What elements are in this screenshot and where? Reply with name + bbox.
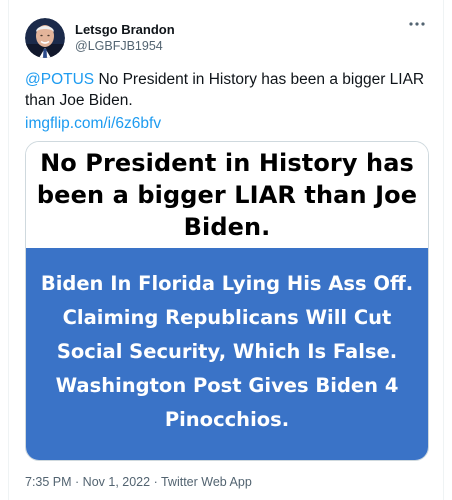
- user-handle[interactable]: @LGBFJB1954: [75, 38, 175, 54]
- meme-bottom-text: Biden In Florida Lying His Ass Off. Clai…: [40, 272, 414, 431]
- meme-top-panel: No President in History has been a bigge…: [26, 142, 428, 248]
- tweet-time[interactable]: 7:35 PM: [25, 475, 72, 489]
- more-options-icon[interactable]: [407, 16, 427, 32]
- tweet-card: Letsgo Brandon @LGBFJB1954 @POTUS No Pre…: [8, 0, 444, 500]
- user-names: Letsgo Brandon @LGBFJB1954: [75, 22, 175, 54]
- meme-bottom-panel: Biden In Florida Lying His Ass Off. Clai…: [26, 248, 428, 460]
- tweet-header: Letsgo Brandon @LGBFJB1954: [25, 14, 427, 62]
- tweet-url-link[interactable]: imgflip.com/i/6z6bfv: [25, 113, 429, 134]
- tweet-media-image[interactable]: No President in History has been a bigge…: [25, 141, 429, 461]
- meme-top-text: No President in History has been a bigge…: [36, 149, 418, 241]
- tweet-source[interactable]: Twitter Web App: [161, 475, 252, 489]
- display-name[interactable]: Letsgo Brandon: [75, 22, 175, 38]
- footer-separator: ·: [150, 475, 161, 489]
- tweet-footer: 7:35 PM · Nov 1, 2022 · Twitter Web App: [25, 474, 252, 490]
- tweet-date[interactable]: Nov 1, 2022: [83, 475, 150, 489]
- tweet-text: @POTUS No President in History has been …: [25, 69, 429, 134]
- footer-separator: ·: [71, 475, 83, 489]
- avatar[interactable]: [25, 18, 65, 58]
- mention-link[interactable]: @POTUS: [25, 71, 94, 88]
